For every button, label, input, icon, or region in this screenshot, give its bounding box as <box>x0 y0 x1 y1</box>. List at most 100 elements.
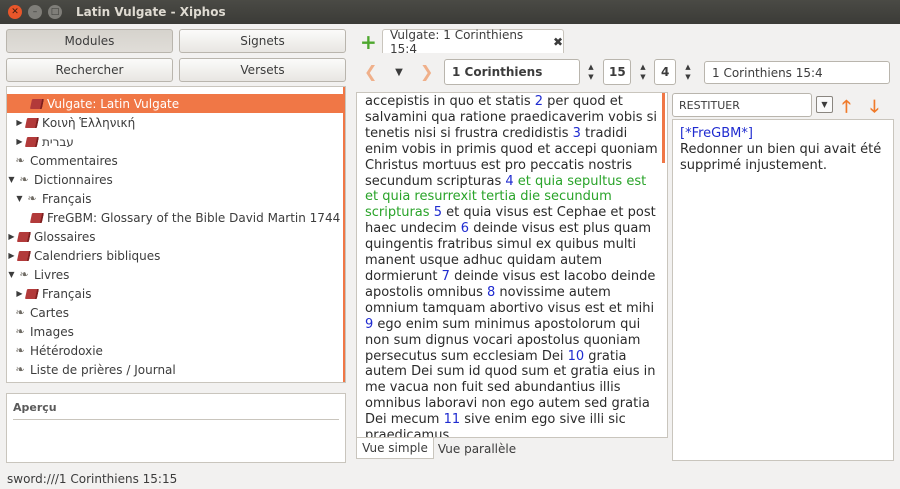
dictionary-source[interactable]: [*FreGBM*] <box>680 126 886 142</box>
close-tab-icon[interactable]: ✖ <box>553 35 563 49</box>
preview-pane: Aperçu <box>6 393 346 463</box>
forward-arrow-icon[interactable]: ❯ <box>420 62 433 81</box>
tree-item-dictionnaires[interactable]: ▼ ❧ Dictionnaires <box>7 170 345 189</box>
tree-item-label: Κοινὴ Ἑλληνική <box>42 115 136 130</box>
collapse-arrow-icon[interactable]: ▼ <box>15 194 24 203</box>
tree-item-calendriers[interactable]: ▶ Calendriers bibliques <box>7 246 345 265</box>
add-tab-icon[interactable]: + <box>360 32 377 52</box>
modules-button[interactable]: Modules <box>6 29 173 53</box>
expand-arrow-icon[interactable]: ▶ <box>15 118 24 127</box>
verse-number[interactable]: 5 <box>430 205 442 220</box>
reference-input[interactable]: 1 Corinthiens 15:4 <box>704 61 890 84</box>
verse-number[interactable]: 4 <box>505 174 513 189</box>
tree-item-images[interactable]: ❧ Images <box>7 322 345 341</box>
window-title: Latin Vulgate - Xiphos <box>76 5 226 19</box>
verse-value: 4 <box>661 65 670 79</box>
tree-item-label: Français <box>42 191 92 206</box>
verse-number[interactable]: 6 <box>461 221 469 236</box>
versets-button[interactable]: Versets <box>179 58 346 82</box>
book-icon <box>24 117 40 129</box>
shelf-icon: ❧ <box>27 192 37 205</box>
up-arrow-icon[interactable]: ▲ <box>640 62 645 72</box>
dictionary-keyword-input[interactable]: RESTITUER <box>672 93 812 117</box>
expand-arrow-icon[interactable]: ▶ <box>7 251 16 260</box>
tree-item-fregbm[interactable]: FreGBM: Glossary of the Bible David Mart… <box>7 208 345 227</box>
tree-item-label: Liste de prières / Journal <box>30 362 176 377</box>
tree-item-livres[interactable]: ▼ ❧ Livres <box>7 265 345 284</box>
tree-scrollbar[interactable] <box>343 87 345 382</box>
module-tree[interactable]: Vulgate: Latin Vulgate ▶ Κοινὴ Ἑλληνική … <box>6 86 346 383</box>
collapse-arrow-icon[interactable]: ▼ <box>7 270 16 279</box>
tab-vue-parallele[interactable]: Vue parallèle <box>436 438 518 459</box>
collapse-arrow-icon[interactable]: ▼ <box>7 175 16 184</box>
verse-field[interactable]: 4 <box>654 59 676 85</box>
chapter-value: 15 <box>609 65 626 79</box>
chapter-spinner[interactable]: ▲ ▼ <box>636 59 650 85</box>
up-arrow-icon[interactable]: ▲ <box>588 62 593 72</box>
book-icon <box>24 136 40 148</box>
keyword-dropdown-icon[interactable]: ▼ <box>816 96 833 113</box>
preview-label: Aperçu <box>13 401 57 414</box>
tree-item-label: Dictionnaires <box>34 172 113 187</box>
expand-arrow-icon[interactable]: ▶ <box>7 232 16 241</box>
title-bar: ✕ – □ Latin Vulgate - Xiphos <box>0 0 900 24</box>
verse-content: accepistis in quo et statis <box>365 94 535 109</box>
tree-item-greek[interactable]: ▶ Κοινὴ Ἑλληνική <box>7 113 345 132</box>
history-dropdown-icon[interactable]: ▼ <box>387 62 411 82</box>
shelf-icon: ❧ <box>15 306 25 319</box>
signets-button[interactable]: Signets <box>179 29 346 53</box>
down-arrow-icon[interactable]: ▼ <box>588 72 593 82</box>
verse-number[interactable]: 10 <box>568 349 585 364</box>
shelf-icon: ❧ <box>15 344 25 357</box>
shelf-icon: ❧ <box>15 363 25 376</box>
verse-number[interactable]: 3 <box>573 126 581 141</box>
verse-number[interactable]: 2 <box>535 94 543 109</box>
back-arrow-icon[interactable]: ❮ <box>364 62 377 81</box>
book-icon <box>24 288 40 300</box>
text-scrollbar[interactable] <box>662 93 665 163</box>
tree-item-label: Vulgate: Latin Vulgate <box>47 96 180 111</box>
bible-text-pane[interactable]: accepistis in quo et statis 2 per quod e… <box>356 92 668 438</box>
tree-item-cartes[interactable]: ❧ Cartes <box>7 303 345 322</box>
tree-item-heterodoxie[interactable]: ❧ Hétérodoxie <box>7 341 345 360</box>
tree-item-label: Français <box>42 286 92 301</box>
verse-spinner[interactable]: ▲ ▼ <box>681 59 695 85</box>
expand-arrow-icon[interactable]: ▶ <box>15 289 24 298</box>
shelf-icon: ❧ <box>19 173 29 186</box>
tab-label: Vulgate: 1 Corinthiens 15:4 <box>390 27 524 56</box>
verse-number[interactable]: 7 <box>442 269 450 284</box>
tree-item-label: Images <box>30 324 74 339</box>
preview-divider <box>13 419 339 420</box>
up-arrow-icon[interactable]: ▲ <box>685 62 690 72</box>
tree-item-label: FreGBM: Glossary of the Bible David Mart… <box>47 210 341 225</box>
shelf-icon: ❧ <box>15 154 25 167</box>
tab-vue-simple[interactable]: Vue simple <box>356 438 434 459</box>
tree-item-prieres[interactable]: ❧ Liste de prières / Journal <box>7 360 345 379</box>
dictionary-entry-pane: [*FreGBM*] Redonner un bien qui avait ét… <box>672 119 894 461</box>
tree-item-hebrew[interactable]: ▶ עברית <box>7 132 345 151</box>
down-arrow-icon[interactable]: ▼ <box>640 72 645 82</box>
expand-arrow-icon[interactable]: ▶ <box>15 137 24 146</box>
maximize-window-button[interactable]: □ <box>48 5 62 19</box>
tree-item-label: עברית <box>42 134 74 149</box>
chapter-field[interactable]: 15 <box>603 59 631 85</box>
tree-item-livres-francais[interactable]: ▶ Français <box>7 284 345 303</box>
verse-number[interactable]: 11 <box>444 412 461 427</box>
status-bar: sword:///1 Corinthiens 15:15 <box>7 472 178 486</box>
rechercher-button[interactable]: Rechercher <box>6 58 173 82</box>
close-window-button[interactable]: ✕ <box>8 5 22 19</box>
reference-value: 1 Corinthiens 15:4 <box>712 65 823 80</box>
down-arrow-icon[interactable]: ▼ <box>685 72 690 82</box>
tab-vulgate[interactable]: Vulgate: 1 Corinthiens 15:4 ✖ <box>382 27 564 56</box>
tree-item-label: Cartes <box>30 305 70 320</box>
book-value: 1 Corinthiens <box>452 65 543 79</box>
tree-item-label: Livres <box>34 267 70 282</box>
book-icon <box>29 212 45 224</box>
book-selector[interactable]: 1 Corinthiens <box>444 59 580 85</box>
minimize-window-button[interactable]: – <box>28 5 42 19</box>
tree-item-commentaires[interactable]: ❧ Commentaires <box>7 151 345 170</box>
book-spinner[interactable]: ▲ ▼ <box>584 59 598 85</box>
tree-item-dict-francais[interactable]: ▼ ❧ Français <box>7 189 345 208</box>
tree-item-glossaires[interactable]: ▶ Glossaires <box>7 227 345 246</box>
tree-item-vulgate[interactable]: Vulgate: Latin Vulgate <box>7 94 345 113</box>
